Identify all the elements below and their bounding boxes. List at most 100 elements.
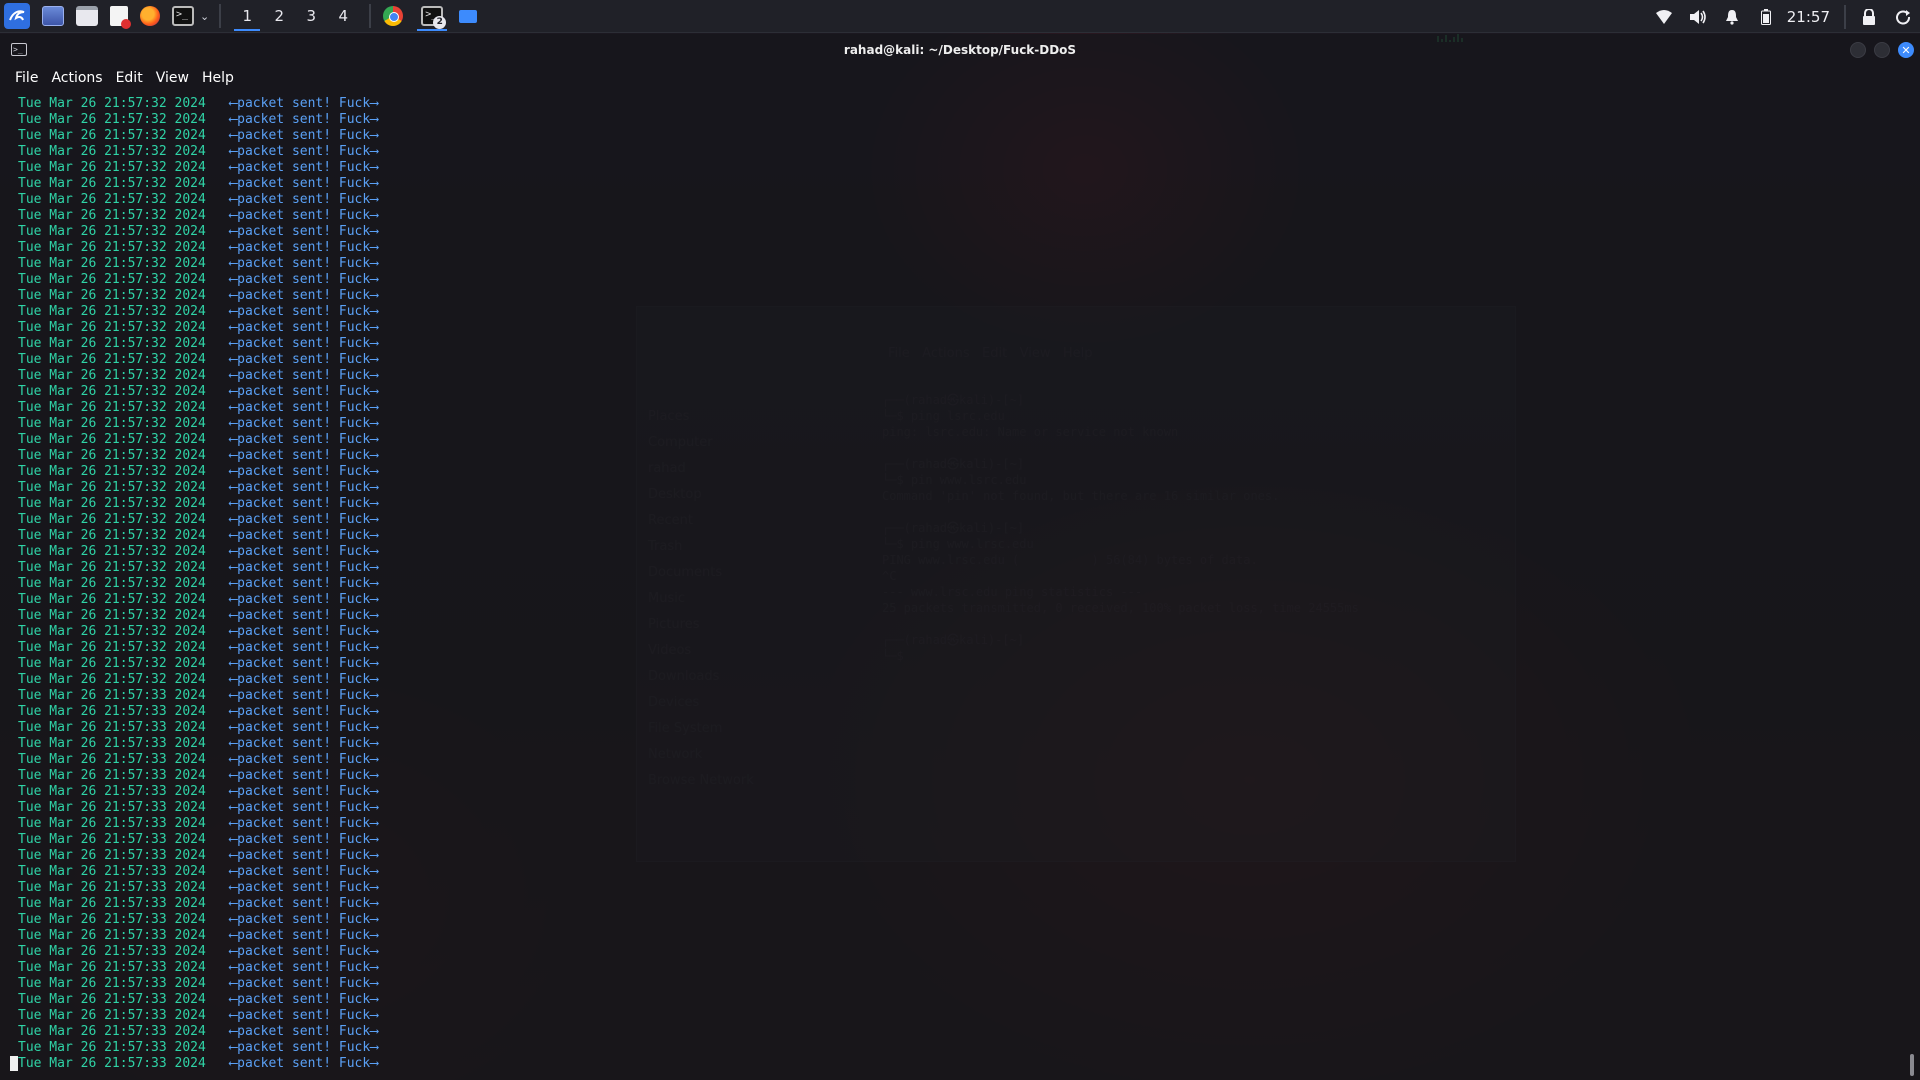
- terminal-line: Tue Mar 26 21:57:32 2024 ⟵packet sent! F…: [18, 496, 1920, 512]
- timestamp: Tue Mar 26 21:57:32 2024: [18, 320, 206, 335]
- packet-message: ⟵packet sent! Fuck⟶: [229, 208, 379, 223]
- packet-message: ⟵packet sent! Fuck⟶: [229, 528, 379, 543]
- packet-message: ⟵packet sent! Fuck⟶: [229, 320, 379, 335]
- timestamp: Tue Mar 26 21:57:32 2024: [18, 144, 206, 159]
- packet-message: ⟵packet sent! Fuck⟶: [229, 496, 379, 511]
- menu-edit[interactable]: Edit: [116, 70, 143, 86]
- folder-task-button[interactable]: [449, 0, 478, 33]
- packet-message: ⟵packet sent! Fuck⟶: [229, 816, 379, 831]
- packet-message: ⟵packet sent! Fuck⟶: [229, 800, 379, 815]
- power-logout-icon[interactable]: [1892, 6, 1914, 28]
- text-editor-icon: [110, 6, 131, 29]
- timestamp: Tue Mar 26 21:57:33 2024: [18, 1024, 206, 1039]
- terminal-line: Tue Mar 26 21:57:32 2024 ⟵packet sent! F…: [18, 432, 1920, 448]
- timestamp: Tue Mar 26 21:57:33 2024: [18, 736, 206, 751]
- timestamp: Tue Mar 26 21:57:32 2024: [18, 352, 206, 367]
- terminal-line: Tue Mar 26 21:57:33 2024 ⟵packet sent! F…: [18, 1056, 1920, 1072]
- terminal-line: Tue Mar 26 21:57:32 2024 ⟵packet sent! F…: [18, 96, 1920, 112]
- workspace-4-button[interactable]: 4: [327, 0, 359, 33]
- window-titlebar[interactable]: >_ rahad@kali: ~/Desktop/Fuck-DDoS ✕: [0, 34, 1920, 66]
- timestamp: Tue Mar 26 21:57:32 2024: [18, 400, 206, 415]
- timestamp: Tue Mar 26 21:57:32 2024: [18, 96, 206, 111]
- timestamp: Tue Mar 26 21:57:32 2024: [18, 480, 206, 495]
- packet-message: ⟵packet sent! Fuck⟶: [229, 400, 379, 415]
- menu-view[interactable]: View: [156, 70, 189, 86]
- timestamp: Tue Mar 26 21:57:33 2024: [18, 1040, 206, 1055]
- window-count-badge: 2: [433, 15, 447, 29]
- notifications-bell-icon[interactable]: [1721, 6, 1743, 28]
- workspace-3-button[interactable]: 3: [295, 0, 327, 33]
- terminal-line: Tue Mar 26 21:57:33 2024 ⟵packet sent! F…: [18, 720, 1920, 736]
- clock[interactable]: 21:57: [1787, 8, 1830, 26]
- file-manager-launcher[interactable]: [64, 0, 98, 33]
- packet-message: ⟵packet sent! Fuck⟶: [229, 432, 379, 447]
- text-editor-launcher[interactable]: [98, 0, 131, 33]
- timestamp: Tue Mar 26 21:57:32 2024: [18, 160, 206, 175]
- terminal-line: Tue Mar 26 21:57:33 2024 ⟵packet sent! F…: [18, 992, 1920, 1008]
- packet-message: ⟵packet sent! Fuck⟶: [229, 1056, 379, 1071]
- packet-message: ⟵packet sent! Fuck⟶: [229, 512, 379, 527]
- packet-message: ⟵packet sent! Fuck⟶: [229, 576, 379, 591]
- firefox-launcher[interactable]: [128, 0, 160, 33]
- scrollbar-thumb[interactable]: [1910, 1054, 1914, 1076]
- terminal-line: Tue Mar 26 21:57:32 2024 ⟵packet sent! F…: [18, 416, 1920, 432]
- terminal-line: Tue Mar 26 21:57:33 2024 ⟵packet sent! F…: [18, 960, 1920, 976]
- terminal-line: Tue Mar 26 21:57:32 2024 ⟵packet sent! F…: [18, 592, 1920, 608]
- menu-help[interactable]: Help: [202, 70, 234, 86]
- packet-message: ⟵packet sent! Fuck⟶: [229, 784, 379, 799]
- packet-message: ⟵packet sent! Fuck⟶: [229, 864, 379, 879]
- timestamp: Tue Mar 26 21:57:32 2024: [18, 432, 206, 447]
- terminal-line: Tue Mar 26 21:57:32 2024 ⟵packet sent! F…: [18, 272, 1920, 288]
- terminal-line: Tue Mar 26 21:57:32 2024 ⟵packet sent! F…: [18, 512, 1920, 528]
- minimize-button[interactable]: [1850, 42, 1866, 58]
- lock-screen-icon[interactable]: [1858, 6, 1880, 28]
- timestamp: Tue Mar 26 21:57:33 2024: [18, 912, 206, 927]
- wifi-icon[interactable]: [1653, 6, 1675, 28]
- battery-icon[interactable]: [1755, 6, 1777, 28]
- terminal-line: Tue Mar 26 21:57:32 2024 ⟵packet sent! F…: [18, 624, 1920, 640]
- chrome-icon: [383, 6, 404, 26]
- timestamp: Tue Mar 26 21:57:32 2024: [18, 176, 206, 191]
- kali-menu-button[interactable]: [0, 0, 30, 33]
- timestamp: Tue Mar 26 21:57:33 2024: [18, 768, 206, 783]
- menu-bar: File Actions Edit View Help: [0, 66, 1920, 90]
- workspace-1-button[interactable]: 1: [231, 0, 263, 33]
- terminal-line: Tue Mar 26 21:57:33 2024 ⟵packet sent! F…: [18, 800, 1920, 816]
- timestamp: Tue Mar 26 21:57:32 2024: [18, 384, 206, 399]
- timestamp: Tue Mar 26 21:57:32 2024: [18, 656, 206, 671]
- terminal-task-button[interactable]: >_ 2: [415, 0, 449, 33]
- close-button[interactable]: ✕: [1898, 42, 1914, 58]
- timestamp: Tue Mar 26 21:57:32 2024: [18, 112, 206, 127]
- chrome-task-button[interactable]: [381, 0, 404, 33]
- timestamp: Tue Mar 26 21:57:33 2024: [18, 1008, 206, 1023]
- taskbar: >_ ⌄ 1 2 3 4 >_ 2 21:57: [0, 0, 1920, 42]
- terminal-line: Tue Mar 26 21:57:32 2024 ⟵packet sent! F…: [18, 304, 1920, 320]
- menu-actions[interactable]: Actions: [51, 70, 102, 86]
- timestamp: Tue Mar 26 21:57:32 2024: [18, 640, 206, 655]
- menu-file[interactable]: File: [15, 70, 38, 86]
- timestamp: Tue Mar 26 21:57:33 2024: [18, 944, 206, 959]
- packet-message: ⟵packet sent! Fuck⟶: [229, 688, 379, 703]
- terminal-icon[interactable]: >_: [11, 43, 27, 56]
- packet-message: ⟵packet sent! Fuck⟶: [229, 112, 379, 127]
- volume-icon[interactable]: [1687, 6, 1709, 28]
- terminal-line: Tue Mar 26 21:57:33 2024 ⟵packet sent! F…: [18, 1024, 1920, 1040]
- packet-message: ⟵packet sent! Fuck⟶: [229, 336, 379, 351]
- timestamp: Tue Mar 26 21:57:33 2024: [18, 704, 206, 719]
- terminal-line: Tue Mar 26 21:57:32 2024 ⟵packet sent! F…: [18, 608, 1920, 624]
- packet-message: ⟵packet sent! Fuck⟶: [229, 240, 379, 255]
- workspace-2-button[interactable]: 2: [263, 0, 295, 33]
- launcher-dropdown-button[interactable]: ⌄: [194, 0, 209, 33]
- terminal-output[interactable]: Tue Mar 26 21:57:32 2024 ⟵packet sent! F…: [18, 96, 1920, 1072]
- tray-separator: [1844, 4, 1846, 29]
- timestamp: Tue Mar 26 21:57:33 2024: [18, 800, 206, 815]
- timestamp: Tue Mar 26 21:57:33 2024: [18, 832, 206, 847]
- taskbar-separator: [219, 4, 222, 28]
- timestamp: Tue Mar 26 21:57:32 2024: [18, 672, 206, 687]
- terminal-launcher[interactable]: >_: [160, 0, 194, 33]
- packet-message: ⟵packet sent! Fuck⟶: [229, 880, 379, 895]
- terminal-line: Tue Mar 26 21:57:33 2024 ⟵packet sent! F…: [18, 864, 1920, 880]
- timestamp: Tue Mar 26 21:57:32 2024: [18, 272, 206, 287]
- maximize-button[interactable]: [1874, 42, 1890, 58]
- show-desktop-launcher[interactable]: [30, 0, 64, 33]
